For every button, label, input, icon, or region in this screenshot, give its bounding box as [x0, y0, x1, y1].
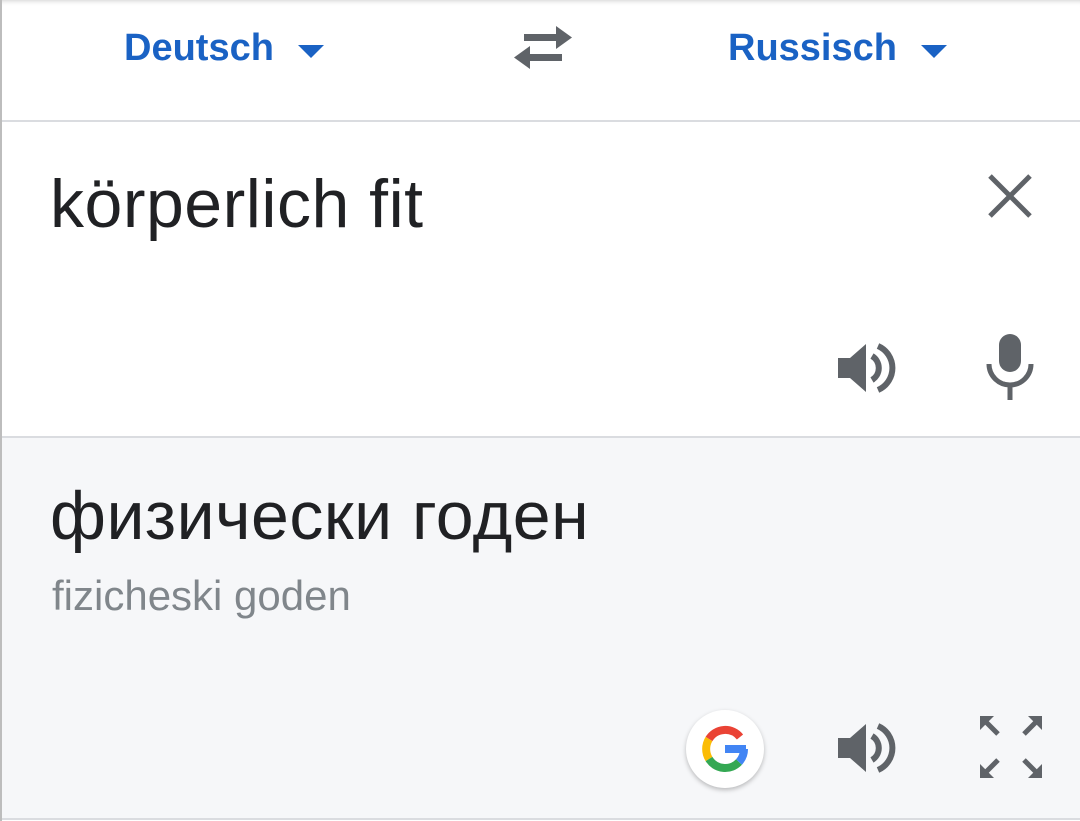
target-language-selector[interactable]: Russisch	[728, 20, 947, 76]
clear-input-button[interactable]	[982, 168, 1038, 224]
transliteration-text: fizicheski goden	[52, 572, 351, 619]
dropdown-caret-icon	[920, 44, 947, 58]
fullscreen-icon	[980, 716, 1042, 778]
microphone-icon	[986, 334, 1034, 400]
listen-source-button[interactable]	[834, 336, 898, 400]
fullscreen-button[interactable]	[978, 714, 1044, 780]
speaker-icon	[838, 343, 896, 393]
translation-text: физически годен	[50, 478, 590, 554]
target-language-label: Russisch	[728, 26, 897, 69]
source-language-selector[interactable]: Deutsch	[124, 20, 324, 76]
swap-languages-button[interactable]	[508, 22, 578, 74]
dropdown-caret-icon	[297, 44, 324, 58]
voice-input-button[interactable]	[982, 332, 1038, 402]
close-icon	[988, 174, 1032, 218]
speaker-icon	[838, 723, 896, 773]
source-text-input[interactable]: körperlich fit	[50, 164, 424, 244]
translate-screen: Deutsch Russisch körperlich fit физическ…	[0, 0, 1080, 821]
google-search-button[interactable]	[686, 710, 764, 788]
input-area[interactable]: körperlich fit	[2, 122, 1080, 438]
language-bar: Deutsch Russisch	[2, 0, 1080, 122]
translation-output-area: физически годен fizicheski goden	[2, 438, 1080, 820]
listen-translation-button[interactable]	[834, 716, 898, 780]
source-language-label: Deutsch	[124, 26, 274, 69]
swap-arrows-icon	[514, 26, 572, 69]
google-g-icon	[702, 725, 748, 772]
